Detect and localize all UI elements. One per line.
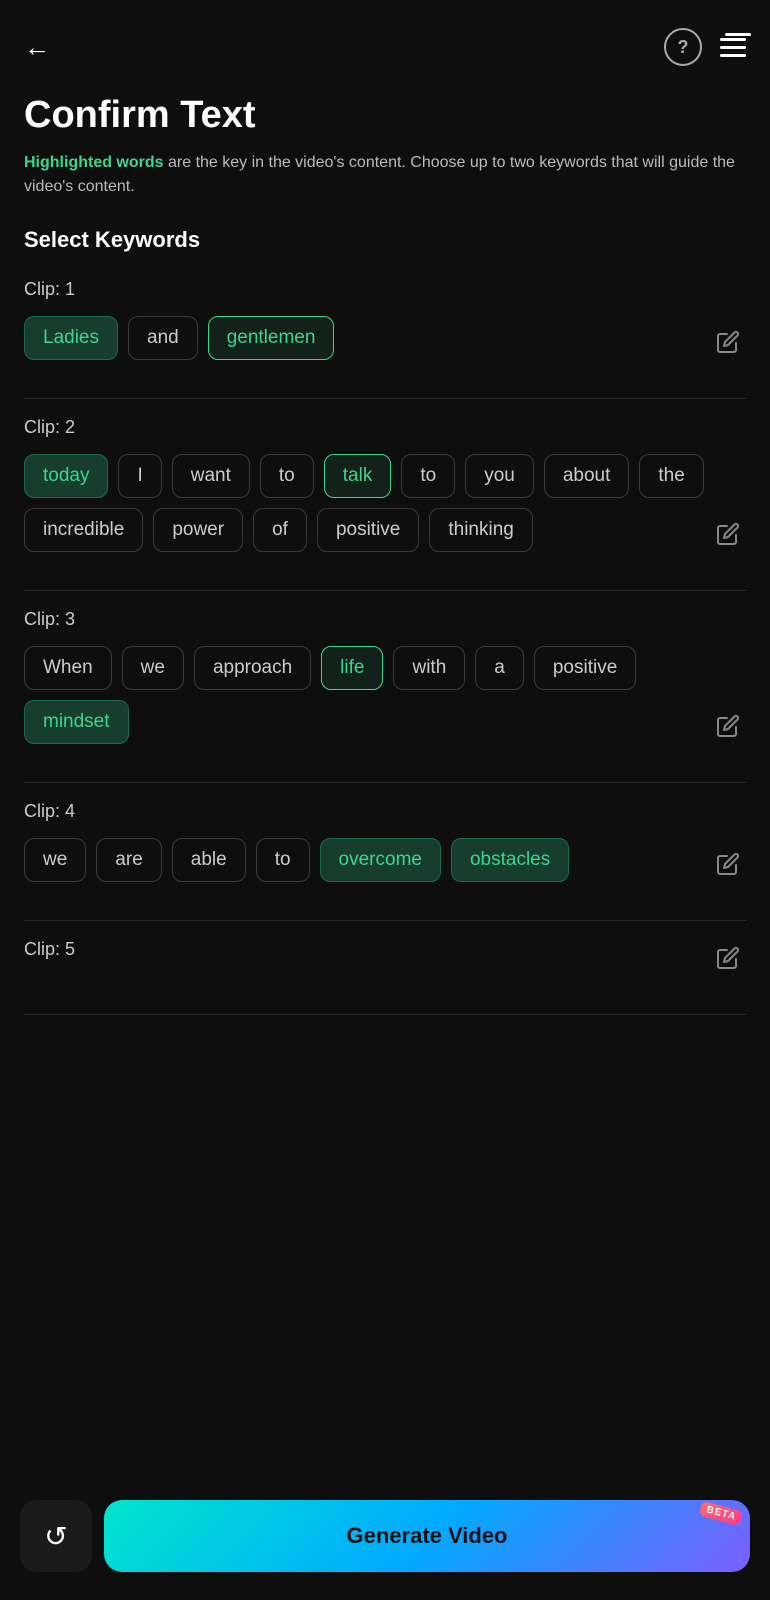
reset-button[interactable]: ↺ <box>20 1500 92 1572</box>
word-chip-2-5[interactable]: to <box>401 454 455 498</box>
section-header: Select Keywords <box>0 199 770 261</box>
word-chip-3-7[interactable]: mindset <box>24 700 129 744</box>
menu-button[interactable] <box>720 38 746 57</box>
word-chip-4-5[interactable]: obstacles <box>451 838 569 882</box>
word-chip-2-7[interactable]: about <box>544 454 630 498</box>
edit-icon-5[interactable] <box>710 940 746 976</box>
word-chip-2-10[interactable]: power <box>153 508 243 552</box>
word-chip-2-3[interactable]: to <box>260 454 314 498</box>
beta-badge: BETA <box>698 1501 743 1526</box>
clip-label-4: Clip: 4 <box>24 801 746 822</box>
word-chip-4-4[interactable]: overcome <box>320 838 441 882</box>
word-chip-4-0[interactable]: we <box>24 838 86 882</box>
subtitle-highlight: Highlighted words <box>24 154 164 171</box>
clip-words-outer-2: todayIwanttotalktoyouabouttheincrediblep… <box>24 454 746 582</box>
clip-words-outer-5 <box>24 976 746 1006</box>
menu-line-3 <box>720 54 746 57</box>
word-chip-4-1[interactable]: are <box>96 838 161 882</box>
generate-label: Generate Video <box>347 1523 508 1548</box>
word-chip-1-0[interactable]: Ladies <box>24 316 118 360</box>
word-chip-2-8[interactable]: the <box>639 454 703 498</box>
word-chip-2-6[interactable]: you <box>465 454 534 498</box>
bottom-bar: ↺ Generate Video BETA <box>0 1484 770 1600</box>
clips-container: Clip: 1 Ladiesandgentlemen Clip: 2 todayIwa… <box>0 261 770 1015</box>
word-chip-3-6[interactable]: positive <box>534 646 636 690</box>
word-chip-2-0[interactable]: today <box>24 454 108 498</box>
notification-dot <box>725 33 751 36</box>
page-title: Confirm Text <box>24 94 746 137</box>
word-chip-2-1[interactable]: I <box>118 454 161 498</box>
word-chip-1-1[interactable]: and <box>128 316 198 360</box>
word-chip-2-12[interactable]: positive <box>317 508 419 552</box>
clip-section-4: Clip: 4 weareabletoovercomeobstacles <box>0 783 770 921</box>
word-chip-2-11[interactable]: of <box>253 508 307 552</box>
clip-words-row-3: Whenweapproachlifewithapositive mindset <box>24 646 746 744</box>
clip-words-row-1: Ladiesandgentlemen <box>24 316 746 360</box>
reset-icon: ↺ <box>44 1520 67 1553</box>
word-chip-2-13[interactable]: thinking <box>429 508 533 552</box>
clip-words-outer-3: Whenweapproachlifewithapositive mindset <box>24 646 746 774</box>
word-chip-4-2[interactable]: able <box>172 838 246 882</box>
clip-section-2: Clip: 2todayIwanttotalktoyouabouttheincr… <box>0 399 770 591</box>
edit-icon-2[interactable] <box>710 516 746 552</box>
clip-section-5: Clip: 5 <box>0 921 770 1015</box>
word-chip-3-2[interactable]: approach <box>194 646 311 690</box>
help-icon-label: ? <box>678 37 689 58</box>
title-section: Confirm Text Highlighted words are the k… <box>0 76 770 199</box>
menu-line-2 <box>720 46 746 49</box>
back-button[interactable]: ← <box>24 32 50 63</box>
word-chip-3-3[interactable]: life <box>321 646 383 690</box>
menu-line-1 <box>720 38 746 41</box>
edit-icon-4[interactable] <box>710 846 746 882</box>
generate-video-button[interactable]: Generate Video BETA <box>104 1500 750 1572</box>
edit-icon-3[interactable] <box>710 708 746 744</box>
word-chip-3-5[interactable]: a <box>475 646 524 690</box>
word-chip-4-3[interactable]: to <box>256 838 310 882</box>
word-chip-2-9[interactable]: incredible <box>24 508 143 552</box>
clip-section-3: Clip: 3 Whenweapproachlifewithapositive mi… <box>0 591 770 783</box>
edit-icon-1[interactable] <box>710 324 746 360</box>
clip-words-outer-4: weareabletoovercomeobstacles <box>24 838 746 912</box>
word-chip-3-0[interactable]: When <box>24 646 112 690</box>
clip-label-1: Clip: 1 <box>24 279 746 300</box>
word-chip-2-4[interactable]: talk <box>324 454 392 498</box>
subtitle: Highlighted words are the key in the vid… <box>24 151 746 199</box>
clip-label-5: Clip: 5 <box>24 939 746 960</box>
word-chip-3-1[interactable]: we <box>122 646 184 690</box>
clip-words-outer-1: Ladiesandgentlemen <box>24 316 746 390</box>
clip-label-2: Clip: 2 <box>24 417 746 438</box>
clip-words-row-2: todayIwanttotalktoyouabouttheincrediblep… <box>24 454 746 552</box>
word-chip-2-2[interactable]: want <box>172 454 250 498</box>
clip-section-1: Clip: 1 Ladiesandgentlemen <box>0 261 770 399</box>
header: ← ? <box>0 0 770 76</box>
word-chip-1-2[interactable]: gentlemen <box>208 316 335 360</box>
word-chip-3-4[interactable]: with <box>393 646 465 690</box>
clip-words-row-4: weareabletoovercomeobstacles <box>24 838 746 882</box>
clip-label-3: Clip: 3 <box>24 609 746 630</box>
help-button[interactable]: ? <box>664 28 702 66</box>
